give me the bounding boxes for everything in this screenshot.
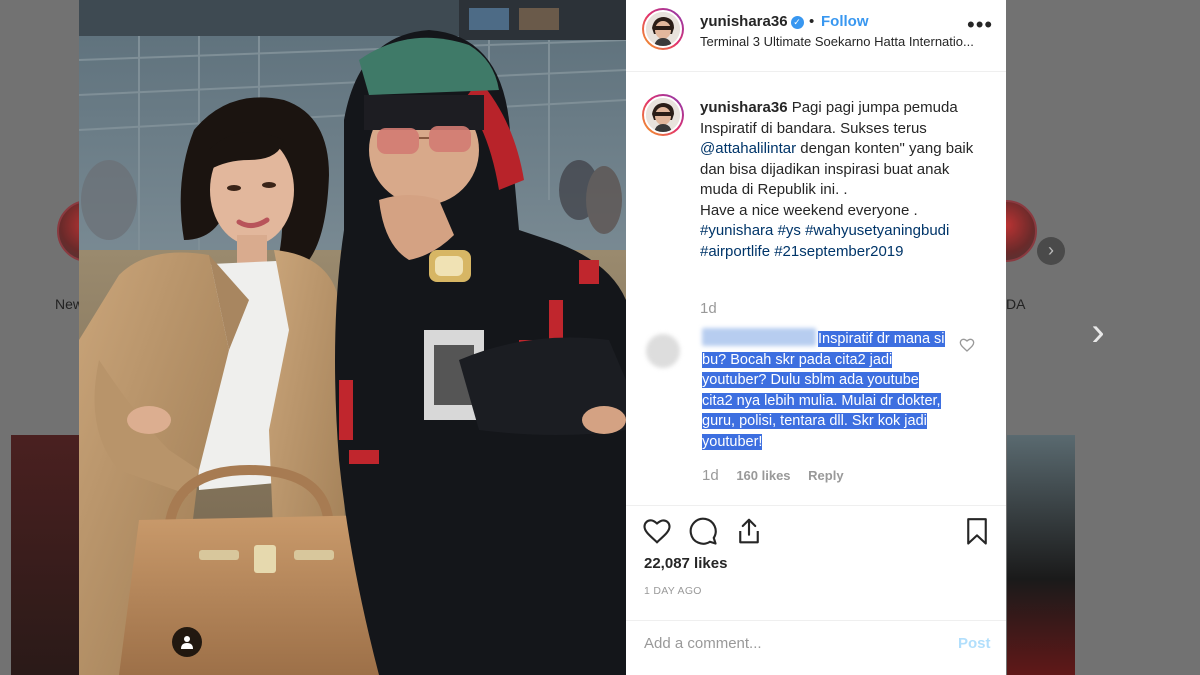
post-date[interactable]: 1 DAY AGO <box>644 585 702 597</box>
caption-username[interactable]: yunishara36 <box>700 99 788 116</box>
caption-text-part3: Have a nice weekend everyone . <box>700 201 918 219</box>
caption-author-avatar[interactable] <box>642 94 684 136</box>
post-image <box>79 0 626 675</box>
post-caption: yunishara36 Pagi pagi jumpa pemuda Inspi… <box>700 98 990 262</box>
hashtag-link[interactable]: #airportlife <box>700 243 770 260</box>
add-comment-bar: Post <box>626 620 1006 675</box>
story-next-icon: › <box>1037 237 1065 265</box>
next-post-button[interactable]: › <box>1083 312 1113 352</box>
comment-body: Inspiratif dr mana si bu? Bocah skr pada… <box>702 328 952 452</box>
post-side-panel: yunishara36 ✓ • Follow Terminal 3 Ultimat… <box>626 0 1006 675</box>
post-comment-button[interactable]: Post <box>958 635 991 652</box>
comment-timestamp: 1d <box>702 467 719 484</box>
comment-reply-button[interactable]: Reply <box>808 468 843 483</box>
caption-mention-link[interactable]: @attahalilintar <box>700 140 796 157</box>
add-comment-input[interactable] <box>644 631 944 655</box>
comment-text: Inspiratif dr mana si bu? Bocah skr pada… <box>702 331 945 450</box>
header-separator: • <box>809 13 815 30</box>
story-label-right: DA <box>1006 296 1026 312</box>
author-username[interactable]: yunishara36 ✓ <box>700 13 804 30</box>
comments-section[interactable]: yunishara36 Pagi pagi jumpa pemuda Inspi… <box>626 72 1006 504</box>
heart-icon[interactable] <box>642 516 672 546</box>
grid-tile-left <box>11 435 81 675</box>
hashtag-link[interactable]: #wahyusetyaningbudi <box>805 222 949 239</box>
comment-icon[interactable] <box>688 516 718 546</box>
comment-likes[interactable]: 160 likes <box>736 468 790 483</box>
author-username-text[interactable]: yunishara36 <box>700 13 788 30</box>
post-photo[interactable] <box>79 0 626 675</box>
commenter-avatar-blurred[interactable] <box>646 334 680 368</box>
hashtag-link[interactable]: #ys <box>778 222 801 239</box>
post-header: yunishara36 ✓ • Follow Terminal 3 Ultimat… <box>626 0 1006 72</box>
author-avatar[interactable] <box>642 8 684 50</box>
avatar-portrait <box>646 12 680 46</box>
follow-button[interactable]: Follow <box>821 13 869 30</box>
share-icon[interactable] <box>734 516 764 546</box>
bookmark-icon[interactable] <box>962 516 992 546</box>
hashtag-link[interactable]: #yunishara <box>700 222 773 239</box>
post-actions: 22,087 likes 1 DAY AGO <box>626 505 1006 625</box>
person-tag-glyph <box>181 636 193 649</box>
verified-badge-icon: ✓ <box>790 16 804 29</box>
avatar-portrait <box>646 98 680 132</box>
post-likes-count[interactable]: 22,087 likes <box>644 555 727 572</box>
comment-meta: 1d 160 likes Reply <box>702 467 844 484</box>
more-options-icon[interactable]: ••• <box>967 14 993 36</box>
person-tag-icon[interactable] <box>172 627 202 657</box>
grid-tile-right <box>1007 435 1075 675</box>
hashtag-link[interactable]: #21september2019 <box>774 243 903 260</box>
post-location[interactable]: Terminal 3 Ultimate Soekarno Hatta Inter… <box>700 34 990 49</box>
commenter-username-blurred[interactable] <box>702 328 816 346</box>
caption-timestamp: 1d <box>700 300 717 317</box>
comment-like-heart-icon[interactable] <box>959 337 975 353</box>
